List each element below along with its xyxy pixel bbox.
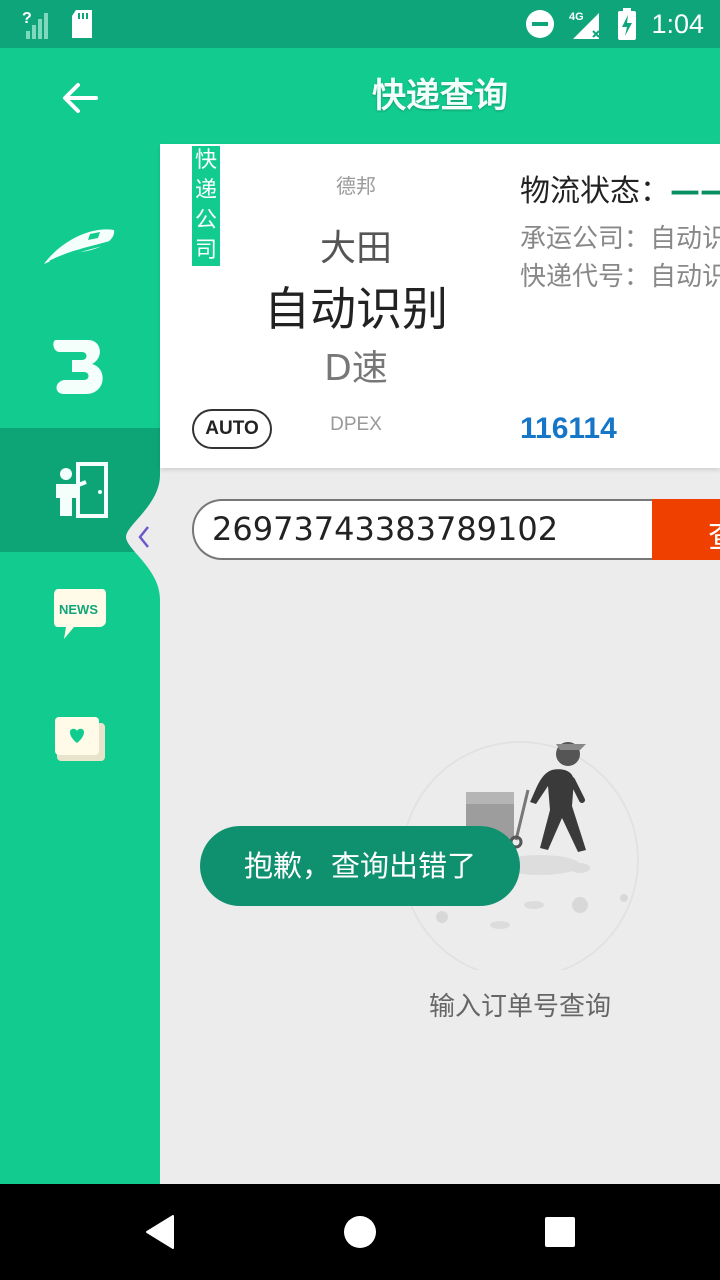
app-header: 快递查询 (160, 48, 720, 144)
empty-state-hint: 输入订单号查询 (428, 992, 611, 1022)
error-toast: 抱歉，查询出错了 (200, 826, 520, 906)
train-icon (44, 229, 115, 264)
b-logo-icon (53, 340, 103, 394)
triangle-back-icon (146, 1215, 174, 1249)
carrier-company-line: 承运公司：自动识别 (520, 224, 720, 254)
arrow-left-icon (63, 83, 98, 113)
company-tag-char: 递 (194, 178, 217, 203)
svg-text:?: ? (22, 10, 32, 27)
picker-option[interactable]: 大田 (256, 220, 456, 278)
sidebar: NEWS (0, 48, 160, 1184)
circle-home-icon (344, 1216, 376, 1248)
status-bar: ? 4G 1:04 (0, 0, 720, 48)
logistics-status-label: 物流状态： (520, 174, 670, 209)
courier-code-line: 快递代号：自动识别 (520, 262, 720, 292)
nav-home-button[interactable] (330, 1202, 390, 1262)
svg-text:4G: 4G (569, 11, 584, 23)
tracking-number-input[interactable]: 26973743383789102 (192, 499, 652, 560)
system-nav-bar (0, 1184, 720, 1280)
sidebar-item-train[interactable] (0, 180, 160, 304)
courier-code-label: DPEX (330, 414, 382, 435)
courier-picker[interactable]: 德邦 大田 自动识别 D速 (256, 168, 456, 398)
courier-info-card: 快 递 公 司 德邦 大田 自动识别 D速 AUTO DPEX 物流状态：—— … (160, 144, 720, 468)
page-title: 快递查询 (372, 76, 508, 116)
company-tag: 快 递 公 司 (192, 146, 220, 266)
status-time: 1:04 (651, 8, 704, 39)
svg-text:NEWS: NEWS (59, 602, 98, 617)
battery-charging-icon (618, 8, 637, 40)
back-button[interactable] (50, 68, 110, 128)
search-button[interactable]: 查询 (652, 499, 720, 560)
sidebar-item-b[interactable] (0, 304, 160, 428)
logistics-status-value: —— (670, 174, 720, 209)
picker-option[interactable]: 德邦 (256, 168, 456, 204)
picker-selected-option[interactable]: 自动识别 (256, 278, 456, 340)
heart-book-icon (55, 717, 105, 761)
sidebar-item-news[interactable]: NEWS (0, 552, 160, 676)
do-not-disturb-icon (526, 10, 555, 38)
news-bubble-icon: NEWS (54, 589, 106, 639)
picker-option[interactable]: D速 (256, 340, 456, 398)
courier-phone[interactable]: 116114 (520, 412, 617, 446)
nav-back-button[interactable] (130, 1202, 190, 1262)
logistics-status: 物流状态：—— (520, 166, 720, 210)
sd-card-icon (72, 10, 92, 38)
nav-recents-button[interactable] (530, 1202, 590, 1262)
search-button-label: 查询 (708, 511, 720, 557)
signal-unknown-icon: ? (22, 10, 48, 39)
company-tag-char: 快 (194, 148, 217, 173)
company-tag-char: 司 (194, 238, 217, 263)
company-tag-char: 公 (194, 208, 217, 233)
delivery-person-icon (56, 462, 108, 518)
square-recents-icon (545, 1217, 575, 1247)
mobile-data-icon: 4G (569, 11, 601, 39)
auto-badge[interactable]: AUTO (192, 409, 272, 449)
sidebar-item-favorites[interactable] (0, 676, 160, 800)
